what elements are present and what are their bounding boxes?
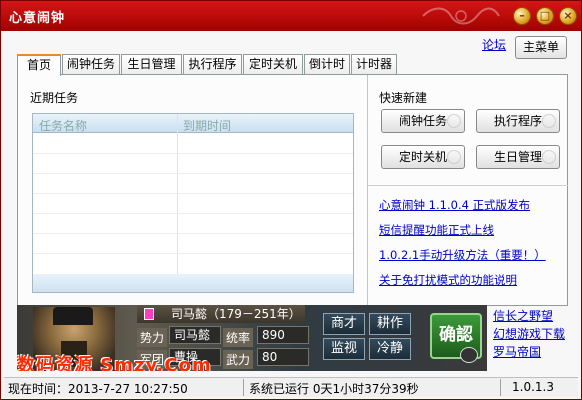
tab-run-program[interactable]: 执行程序	[183, 54, 242, 75]
status-divider	[243, 379, 244, 396]
window-title: 心意闹钟	[9, 11, 66, 26]
hero-name: 司马懿（179－251年）	[137, 305, 305, 323]
quick-program-button[interactable]: 执行程序	[476, 109, 560, 133]
swirl-icon	[542, 150, 556, 164]
swirl-icon	[447, 150, 461, 164]
tab-home[interactable]: 首页	[17, 54, 61, 76]
table-footer-strip	[33, 274, 353, 292]
game-ad-banner[interactable]: 司马懿（179－251年） 势力 司马懿 统率 890 军团 曹操 武力 80 …	[17, 305, 487, 371]
close-icon[interactable]: ×	[559, 7, 577, 25]
tab-shutdown[interactable]: 定时关机	[243, 54, 303, 75]
ad-side-links: 信长之野望 幻想游戏下载 罗马帝国	[493, 307, 565, 361]
quick-shutdown-label: 定时关机	[398, 150, 447, 164]
divider	[368, 185, 568, 186]
title-decoration	[422, 7, 500, 25]
news-link-dnd[interactable]: 关于免打扰模式的功能说明	[379, 272, 517, 288]
forum-link[interactable]: 论坛	[482, 36, 506, 53]
column-task-name[interactable]: 任务名称	[39, 117, 87, 134]
client-area: 论坛 主菜单 首页 闹钟任务 生日管理 执行程序 定时关机 倒计时 计时器 近期…	[4, 31, 578, 397]
running-time: 系统已运行 0天1小时37分39秒	[249, 382, 419, 396]
quick-create-label: 快速新建	[379, 91, 428, 105]
hat-shape	[53, 307, 93, 325]
tab-alarm-tasks[interactable]: 闹钟任务	[62, 54, 120, 75]
news-link-upgrade[interactable]: 1.0.2.1手动升级方法（重要！）	[379, 247, 546, 263]
current-time: 现在时间：2013-7-27 10:27:50	[8, 382, 188, 396]
quick-alarm-button[interactable]: 闹钟任务	[381, 109, 465, 133]
tab-timer[interactable]: 计时器	[351, 54, 397, 75]
news-link-sms[interactable]: 短信提醒功能正式上线	[379, 222, 494, 238]
table-header: 任务名称 到期时间	[33, 114, 353, 133]
flag-icon	[144, 308, 154, 320]
tab-countdown[interactable]: 倒计时	[304, 54, 350, 75]
home-panel: 近期任务 任务名称 到期时间 快速新建 闹钟任务 执行程序 定时关机 生日管理 …	[17, 74, 568, 306]
stat-value: 890	[257, 326, 309, 344]
recent-tasks-table[interactable]: 任务名称 到期时间	[32, 113, 354, 293]
ad-skill-button[interactable]: 商才	[323, 313, 365, 335]
quick-program-label: 执行程序	[493, 114, 542, 128]
swirl-icon	[447, 114, 461, 128]
row-divider	[33, 153, 353, 154]
stat-label: 统率	[223, 328, 254, 347]
recent-tasks-label: 近期任务	[30, 91, 79, 105]
stat-value: 司马懿	[169, 326, 221, 344]
row-divider	[33, 213, 353, 214]
column-divider	[177, 114, 178, 292]
version-label: 1.0.1.3	[512, 380, 554, 394]
status-bar: 现在时间：2013-7-27 10:27:50 系统已运行 0天1小时37分39…	[4, 377, 578, 397]
app-window: 心意闹钟 – □ × 论坛 主菜单 首页 闹钟任务 生日管理 执行程序 定时关机…	[0, 0, 582, 400]
ad-link-rome[interactable]: 罗马帝国	[493, 343, 565, 361]
ad-skill-button[interactable]: 耕作	[369, 313, 411, 335]
ad-skill-button[interactable]: 监视	[323, 338, 365, 360]
quick-alarm-label: 闹钟任务	[398, 114, 447, 128]
paw-cursor-icon	[460, 347, 478, 363]
ad-link-game-download[interactable]: 幻想游戏下载	[493, 325, 565, 343]
main-menu-button[interactable]: 主菜单	[515, 36, 567, 59]
title-bar[interactable]: 心意闹钟 – □ ×	[1, 1, 581, 31]
swirl-icon	[542, 114, 556, 128]
minimize-icon[interactable]: –	[513, 7, 531, 25]
row-divider	[33, 233, 353, 234]
row-divider	[33, 193, 353, 194]
quick-create-pane: 快速新建 闹钟任务 执行程序 定时关机 生日管理 心意闹钟 1.1.0.4 正式…	[367, 75, 568, 305]
stat-label: 势力	[137, 328, 168, 347]
ad-link-nobunaga[interactable]: 信长之野望	[493, 307, 565, 325]
ad-skill-button[interactable]: 冷静	[369, 338, 411, 360]
status-divider	[500, 379, 501, 396]
column-due-time[interactable]: 到期时间	[183, 117, 231, 134]
row-divider	[33, 253, 353, 254]
news-link-release[interactable]: 心意闹钟 1.1.0.4 正式版发布	[379, 197, 530, 213]
quick-shutdown-button[interactable]: 定时关机	[381, 145, 465, 169]
row-divider	[33, 173, 353, 174]
quick-birthday-button[interactable]: 生日管理	[476, 145, 560, 169]
maximize-icon[interactable]: □	[536, 7, 554, 25]
watermark-text: 数码资源 Smzy.Com	[17, 355, 212, 371]
tab-birthday[interactable]: 生日管理	[121, 54, 182, 75]
quick-birthday-label: 生日管理	[493, 150, 542, 164]
